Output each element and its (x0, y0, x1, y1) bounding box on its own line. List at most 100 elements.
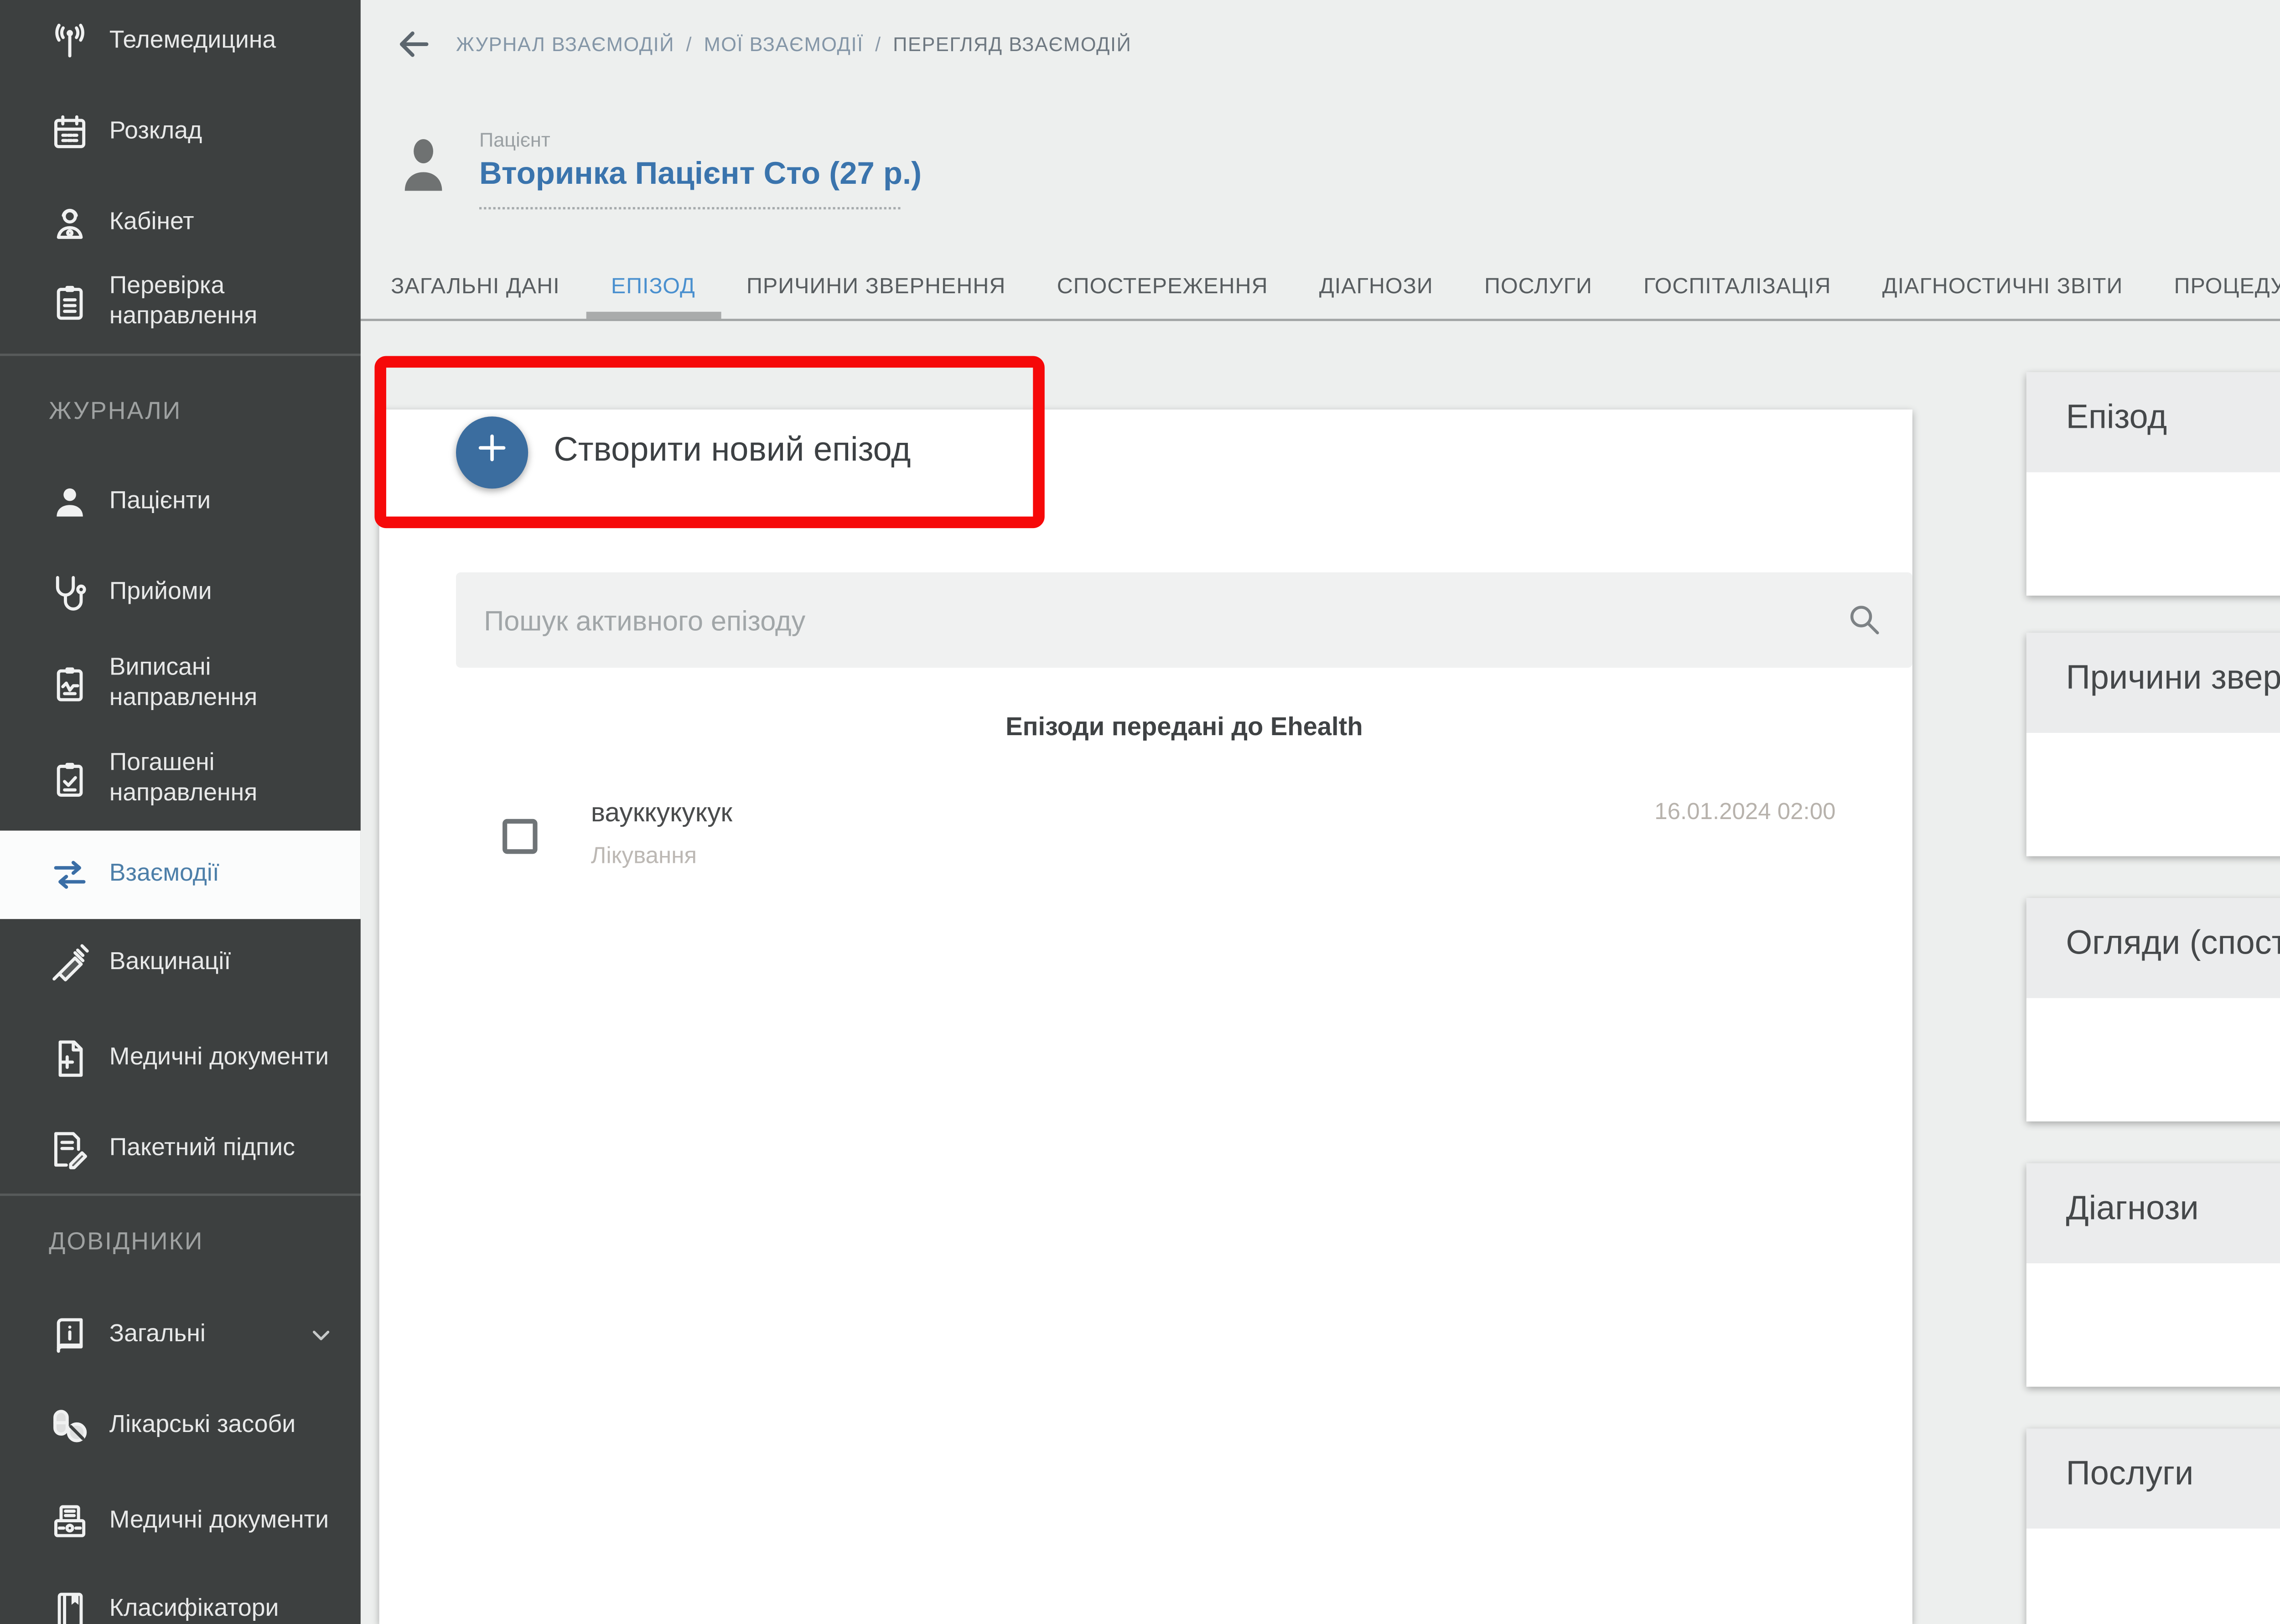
tab-encounter-reasons[interactable]: ПРИЧИНИ ЗВЕРНЕННЯ (721, 256, 1031, 319)
patient-avatar (400, 135, 447, 193)
episodes-card: Створити новий епізод Епізоди передані д… (379, 410, 1912, 1624)
sidebar-item-medicines[interactable]: Лікарські засоби (0, 1396, 361, 1457)
patient-underline (479, 207, 900, 209)
sidebar-section-journals: ЖУРНАЛИ (49, 398, 181, 425)
sidebar-item-telemedicine[interactable]: Телемедицина (0, 12, 361, 73)
sidebar-item-appointments[interactable]: Прийоми (0, 563, 361, 624)
breadcrumb-link-journal[interactable]: ЖУРНАЛ ВЗАЄМОДІЙ (456, 32, 674, 56)
book-icon (49, 1589, 91, 1624)
calendar-icon (49, 112, 91, 154)
breadcrumb-current: ПЕРЕГЛЯД ВЗАЄМОДІЙ (893, 32, 1131, 56)
sidebar-item-batch-signature[interactable]: Пакетний підпис (0, 1119, 361, 1180)
search-icon[interactable] (1845, 600, 1882, 638)
sidebar-divider (0, 353, 361, 356)
sidebar-item-label: Класифікатори (109, 1595, 333, 1624)
active-tab-indicator (586, 312, 721, 319)
tab-diagnoses[interactable]: ДІАГНОЗИ (1294, 256, 1459, 319)
panel-body: Спостереження ще не додані (2026, 998, 2280, 1121)
panel-body: Діагнози ще не додані (2026, 1263, 2280, 1386)
sidebar-item-vaccinations[interactable]: Вакцинації (0, 933, 361, 994)
tab-hospitalization[interactable]: ГОСПІТАЛІЗАЦІЯ (1618, 256, 1857, 319)
panel-body: Послуги ще не додані (2026, 1529, 2280, 1624)
episode-type: Лікування (591, 845, 697, 870)
tab-general-data[interactable]: ЗАГАЛЬНІ ДАНІ (365, 256, 586, 319)
tab-observations[interactable]: СПОСТЕРЕЖЕННЯ (1031, 256, 1294, 319)
book-info-icon (49, 1314, 91, 1356)
sidebar-item-schedule[interactable]: Розклад (0, 102, 361, 163)
panel-encounter-reasons: Причини звернення Причини звернення ще н… (2026, 633, 2280, 856)
chevron-down-icon (307, 1322, 335, 1349)
sidebar-item-label: Телемедицина (109, 27, 333, 57)
panel-title: Послуги (2066, 1457, 2194, 1494)
sidebar-item-label: Загальні (109, 1320, 333, 1350)
back-arrow-icon[interactable] (395, 26, 433, 63)
sidebar: Телемедицина Розклад Кабінет Перевірка н… (0, 0, 361, 1624)
sidebar-item-patients[interactable]: Пацієнти (0, 472, 361, 533)
panel-episode: Епізод Епізод відсутній (2026, 372, 2280, 596)
sidebar-item-label: Пакетний підпис (109, 1134, 333, 1164)
pills-icon (49, 1405, 91, 1447)
sidebar-item-cabinet[interactable]: Кабінет (0, 193, 361, 254)
antenna-icon (49, 21, 91, 63)
panel-diagnoses-header[interactable]: Діагнози (2026, 1163, 2280, 1263)
panel-title: Причини звернення (2066, 661, 2280, 698)
archive-icon (49, 1501, 91, 1543)
sidebar-item-redeemed-referrals[interactable]: Погашені направлення (0, 740, 361, 819)
sidebar-item-label: Медичні документи (109, 1506, 333, 1536)
panel-services-header[interactable]: Послуги (2026, 1428, 2280, 1528)
episode-date: 16.01.2024 02:00 (1654, 800, 1835, 826)
tabs-bar: ЗАГАЛЬНІ ДАНІ ЕПІЗОД ПРИЧИНИ ЗВЕРНЕННЯ С… (365, 256, 2280, 319)
sidebar-item-issued-referrals[interactable]: Виписані направлення (0, 644, 361, 723)
panel-title: Огляди (спостереження) (2066, 926, 2280, 963)
create-episode-button[interactable] (456, 416, 528, 488)
person-icon (49, 482, 91, 524)
sidebar-item-medical-documents-directory[interactable]: Медичні документи (0, 1482, 361, 1561)
sidebar-item-label: Виписані направлення (109, 654, 333, 715)
panel-title: Діагнози (2066, 1191, 2199, 1229)
panel-episode-header[interactable]: Епізод (2026, 372, 2280, 472)
tab-episode[interactable]: ЕПІЗОД (586, 256, 721, 319)
panel-observations: Огляди (спостереження) Спостереження ще … (2026, 898, 2280, 1121)
sidebar-item-interactions[interactable]: Взаємодії (0, 830, 361, 919)
sidebar-item-label: Розклад (109, 118, 333, 148)
sidebar-item-label: Перевірка направлення (109, 272, 333, 333)
syringe-icon (49, 942, 91, 984)
episode-checkbox[interactable] (503, 819, 538, 854)
episode-name[interactable]: вауккукукук (591, 800, 732, 828)
panel-observations-header[interactable]: Огляди (спостереження) (2026, 898, 2280, 998)
sidebar-item-label: Лікарські засоби (109, 1411, 333, 1441)
episode-search-box (456, 572, 1912, 668)
sidebar-item-general-directories[interactable]: Загальні (0, 1305, 361, 1366)
tab-services[interactable]: ПОСЛУГИ (1459, 256, 1618, 319)
clipboard-pulse-icon (49, 663, 91, 705)
sidebar-item-medical-documents[interactable]: Медичні документи (0, 1019, 361, 1098)
breadcrumb: ЖУРНАЛ ВЗАЄМОДІЙ / МОЇ ВЗАЄМОДІЇ / ПЕРЕГ… (456, 32, 1131, 56)
patient-label: Пацієнт (479, 128, 550, 151)
panel-body: Причини звернення ще не додані (2026, 733, 2280, 856)
tab-diagnostic-reports[interactable]: ДІАГНОСТИЧНІ ЗВІТИ (1857, 256, 2149, 319)
doctor-icon (49, 202, 91, 244)
plus-icon (475, 429, 510, 476)
sidebar-item-label: Взаємодії (109, 860, 333, 890)
sidebar-item-referral-check[interactable]: Перевірка направлення (0, 263, 361, 342)
patient-name-link[interactable]: Вторинка Пацієнт Сто (27 р.) (479, 156, 922, 191)
create-episode-label[interactable]: Створити новий епізод (554, 433, 911, 470)
sidebar-item-label: Прийоми (109, 578, 333, 608)
clipboard-list-icon (49, 281, 91, 323)
breadcrumb-link-my-interactions[interactable]: МОЇ ВЗАЄМОДІЇ (704, 32, 864, 56)
episode-search-input[interactable] (484, 572, 1822, 668)
sidebar-item-label: Кабінет (109, 208, 333, 239)
app-window: Телемедицина Розклад Кабінет Перевірка н… (0, 0, 2280, 1624)
tab-procedures[interactable]: ПРОЦЕДУРИ (2148, 256, 2280, 319)
clipboard-check-icon (49, 758, 91, 800)
sidebar-item-classifiers[interactable]: Класифікатори (0, 1580, 361, 1624)
sidebar-item-label: Вакцинації (109, 948, 333, 978)
panel-encounter-reasons-header[interactable]: Причини звернення (2026, 633, 2280, 733)
file-plus-icon (49, 1038, 91, 1079)
ehealth-note: Епізоди передані до Ehealth (456, 714, 1912, 742)
sidebar-section-directories: ДОВІДНИКИ (49, 1229, 203, 1256)
stethoscope-icon (49, 572, 91, 614)
sidebar-divider (0, 1193, 361, 1196)
panel-diagnoses: Діагнози Діагнози ще не додані (2026, 1163, 2280, 1387)
swap-arrows-icon (49, 854, 91, 896)
